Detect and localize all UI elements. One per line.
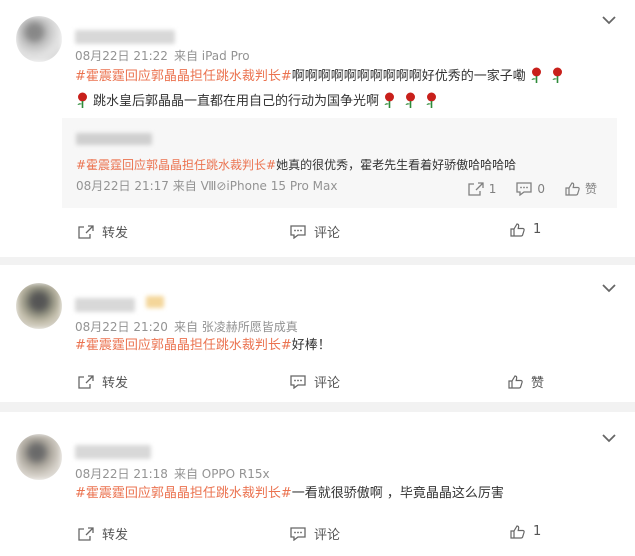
quoted-like-button[interactable]: 赞 xyxy=(565,180,597,197)
comment-card: 08月22日 21:22 来自 iPad Pro #霍震霆回应郭晶晶担任跳水裁判长… xyxy=(0,0,635,257)
username-blurred[interactable] xyxy=(75,298,135,312)
action-bar: 转发 评论 1 xyxy=(0,524,635,544)
chevron-down-icon[interactable] xyxy=(601,14,617,26)
comment-icon xyxy=(516,181,532,196)
rose-emoji-icon xyxy=(426,92,437,108)
post-meta: 08月22日 21:22 来自 iPad Pro xyxy=(75,47,256,64)
thumbs-up-icon xyxy=(510,222,525,237)
like-button[interactable]: 1 xyxy=(510,524,541,539)
topic-link[interactable]: #霍震霆回应郭晶晶担任跳水裁判长# xyxy=(76,158,276,172)
username-blurred[interactable] xyxy=(75,445,151,459)
post-meta: 08月22日 21:18 来自 OPPO R15x xyxy=(75,465,276,482)
quoted-text: #霍震霆回应郭晶晶担任跳水裁判长#她真的很优秀，霍老先生看着好骄傲哈哈哈哈 xyxy=(76,156,516,174)
quoted-repost-button[interactable]: 1 xyxy=(468,181,497,196)
comment-icon xyxy=(290,374,306,389)
comment-button[interactable]: 评论 xyxy=(290,524,340,543)
post-text: #霍震霆回应郭晶晶担任跳水裁判长#一看就很骄傲啊 ，毕竟晶晶这么厉害 xyxy=(75,484,504,504)
quoted-like-label: 赞 xyxy=(584,182,597,196)
like-count: 1 xyxy=(533,222,542,237)
comment-label: 评论 xyxy=(314,376,341,391)
post-body-2: 跳水皇后郭晶晶一直都在用自己的行动为国争光啊 xyxy=(93,94,380,109)
quoted-repost-count: 1 xyxy=(488,181,497,196)
repost-label: 转发 xyxy=(102,226,129,241)
post-source: 来自 iPad Pro xyxy=(173,49,250,63)
post-time: 08月22日 21:18 xyxy=(75,467,168,481)
post-source: 来自 OPPO R15x xyxy=(173,467,270,481)
rose-emoji-icon xyxy=(531,67,541,83)
repost-label: 转发 xyxy=(102,376,129,391)
topic-link[interactable]: #霍震霆回应郭晶晶担任跳水裁判长# xyxy=(75,338,292,353)
post-text: #霍震霆回应郭晶晶担任跳水裁判长#好棒！ xyxy=(75,336,331,356)
quoted-comment-count: 0 xyxy=(537,181,545,196)
like-button[interactable]: 1 xyxy=(510,222,541,237)
repost-label: 转发 xyxy=(102,528,129,543)
action-bar: 转发 评论 1 xyxy=(0,222,635,242)
like-button[interactable]: 赞 xyxy=(508,372,544,391)
thumbs-up-icon xyxy=(508,374,523,389)
avatar[interactable] xyxy=(16,434,62,480)
rose-emoji-icon xyxy=(77,92,87,108)
post-time: 08月22日 21:22 xyxy=(75,49,168,63)
comment-card: 08月22日 21:18 来自 OPPO R15x #霍震霆回应郭晶晶担任跳水裁判… xyxy=(0,412,635,556)
repost-icon xyxy=(468,181,484,196)
thumbs-up-icon xyxy=(565,181,580,196)
quoted-username-blurred[interactable] xyxy=(76,133,152,145)
badge-blurred xyxy=(146,296,164,308)
quoted-body: 她真的很优秀，霍老先生看着好骄傲哈哈哈哈 xyxy=(276,158,517,172)
comment-button[interactable]: 评论 xyxy=(290,222,340,241)
username-blurred[interactable] xyxy=(75,30,175,44)
repost-button[interactable]: 转发 xyxy=(78,372,128,391)
repost-icon xyxy=(78,224,94,239)
chevron-down-icon[interactable] xyxy=(601,282,617,294)
rose-emoji-icon xyxy=(405,92,416,108)
avatar[interactable] xyxy=(16,16,62,62)
like-label: 赞 xyxy=(531,376,545,391)
quoted-reply[interactable]: #霍震霆回应郭晶晶担任跳水裁判长#她真的很优秀，霍老先生看着好骄傲哈哈哈哈 08… xyxy=(62,118,617,208)
post-text-line2: 跳水皇后郭晶晶一直都在用自己的行动为国争光啊 xyxy=(75,92,442,112)
like-count: 1 xyxy=(533,524,542,539)
comment-icon xyxy=(290,526,306,541)
avatar[interactable] xyxy=(16,283,62,329)
thumbs-up-icon xyxy=(510,524,525,539)
quoted-comment-button[interactable]: 0 xyxy=(516,182,545,196)
post-source: 来自 张凌赫所愿皆成真 xyxy=(173,320,298,334)
rose-emoji-icon xyxy=(552,67,562,83)
comment-button[interactable]: 评论 xyxy=(290,372,340,391)
rose-emoji-icon xyxy=(384,92,395,108)
repost-icon xyxy=(78,374,94,389)
topic-link[interactable]: #霍震霆回应郭晶晶担任跳水裁判长# xyxy=(75,69,292,84)
repost-button[interactable]: 转发 xyxy=(78,524,128,543)
post-body: 啊啊啊啊啊啊啊啊啊啊好优秀的一家子嘞 xyxy=(291,69,526,84)
post-meta: 08月22日 21:20 来自 张凌赫所愿皆成真 xyxy=(75,318,304,335)
post-time: 08月22日 21:20 xyxy=(75,320,168,334)
comment-card: 08月22日 21:20 来自 张凌赫所愿皆成真 #霍震霆回应郭晶晶担任跳水裁判长… xyxy=(0,265,635,402)
quoted-meta: 08月22日 21:17 来自 Ⅷ⊘iPhone 15 Pro Max xyxy=(76,179,338,193)
comment-label: 评论 xyxy=(314,528,341,543)
repost-button[interactable]: 转发 xyxy=(78,222,128,241)
chevron-down-icon[interactable] xyxy=(601,432,617,444)
quoted-stats: 1 0 赞 xyxy=(448,180,597,197)
repost-icon xyxy=(78,526,94,541)
post-body: 好棒！ xyxy=(291,338,331,353)
action-bar: 转发 评论 赞 xyxy=(0,372,635,392)
post-text: #霍震霆回应郭晶晶担任跳水裁判长#啊啊啊啊啊啊啊啊啊啊好优秀的一家子嘞 xyxy=(75,67,568,87)
topic-link[interactable]: #霍震霆回应郭晶晶担任跳水裁判长# xyxy=(75,486,292,501)
comment-label: 评论 xyxy=(314,226,341,241)
post-body: 一看就很骄傲啊 ，毕竟晶晶这么厉害 xyxy=(291,486,504,501)
comment-icon xyxy=(290,224,306,239)
